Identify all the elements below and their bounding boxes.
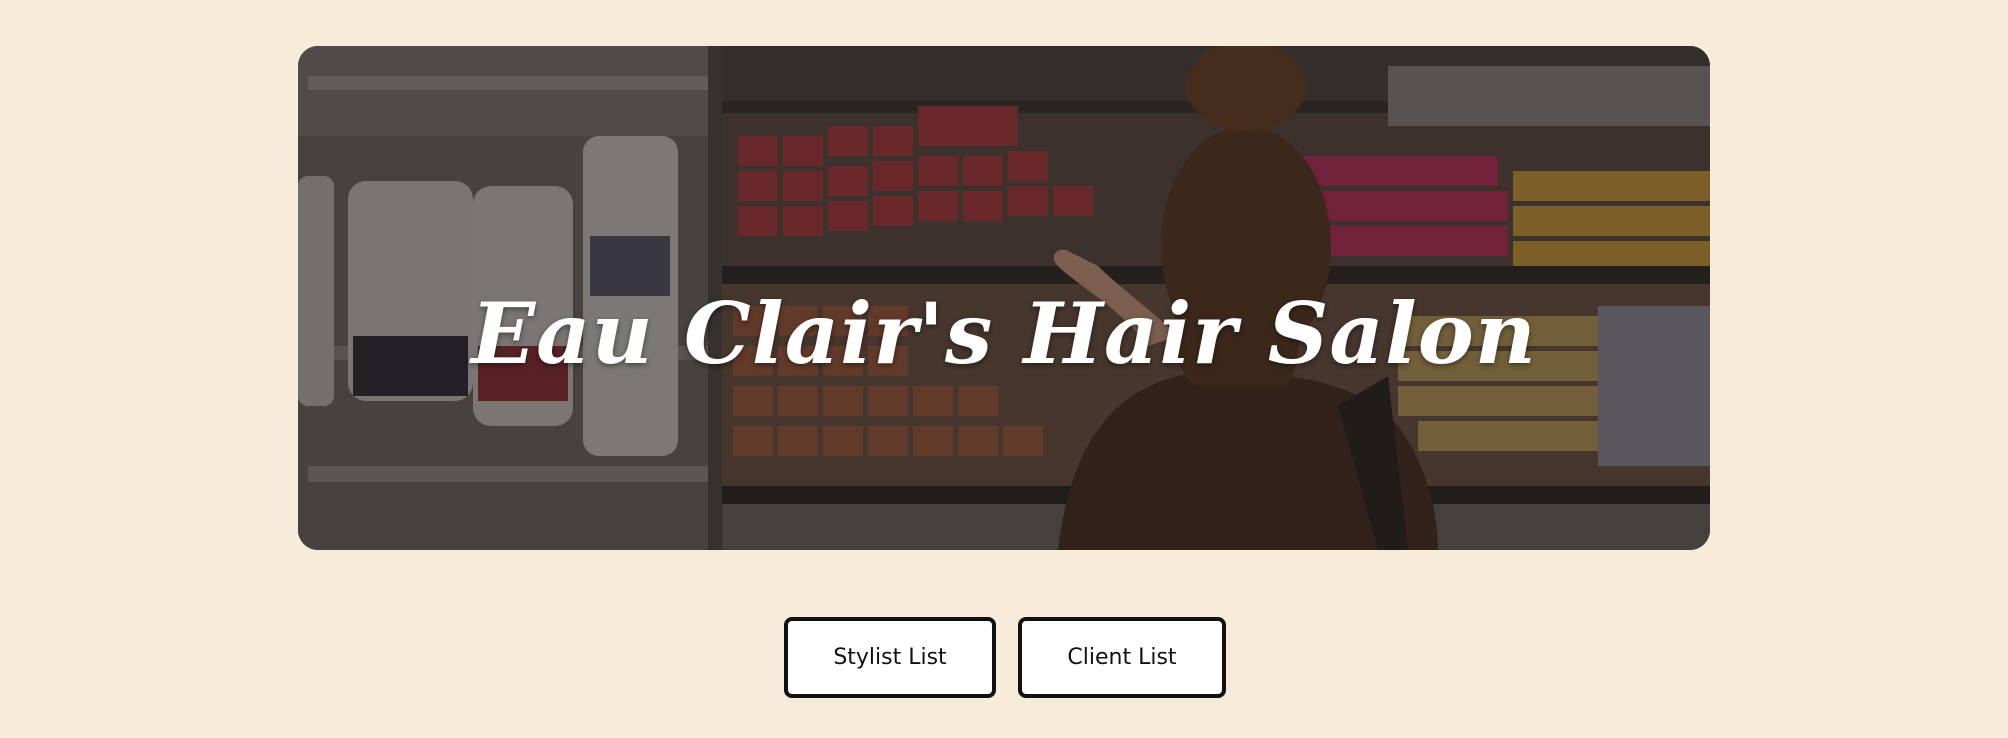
- stylist-list-button[interactable]: Stylist List: [784, 617, 996, 698]
- nav-buttons: Stylist List Client List: [0, 617, 2008, 698]
- client-list-button[interactable]: Client List: [1018, 617, 1226, 698]
- salon-title: Eau Clair's Hair Salon: [471, 283, 1537, 383]
- page: Eau Clair's Hair Salon Stylist List Clie…: [0, 0, 2008, 738]
- hero-banner: Eau Clair's Hair Salon: [298, 46, 1710, 550]
